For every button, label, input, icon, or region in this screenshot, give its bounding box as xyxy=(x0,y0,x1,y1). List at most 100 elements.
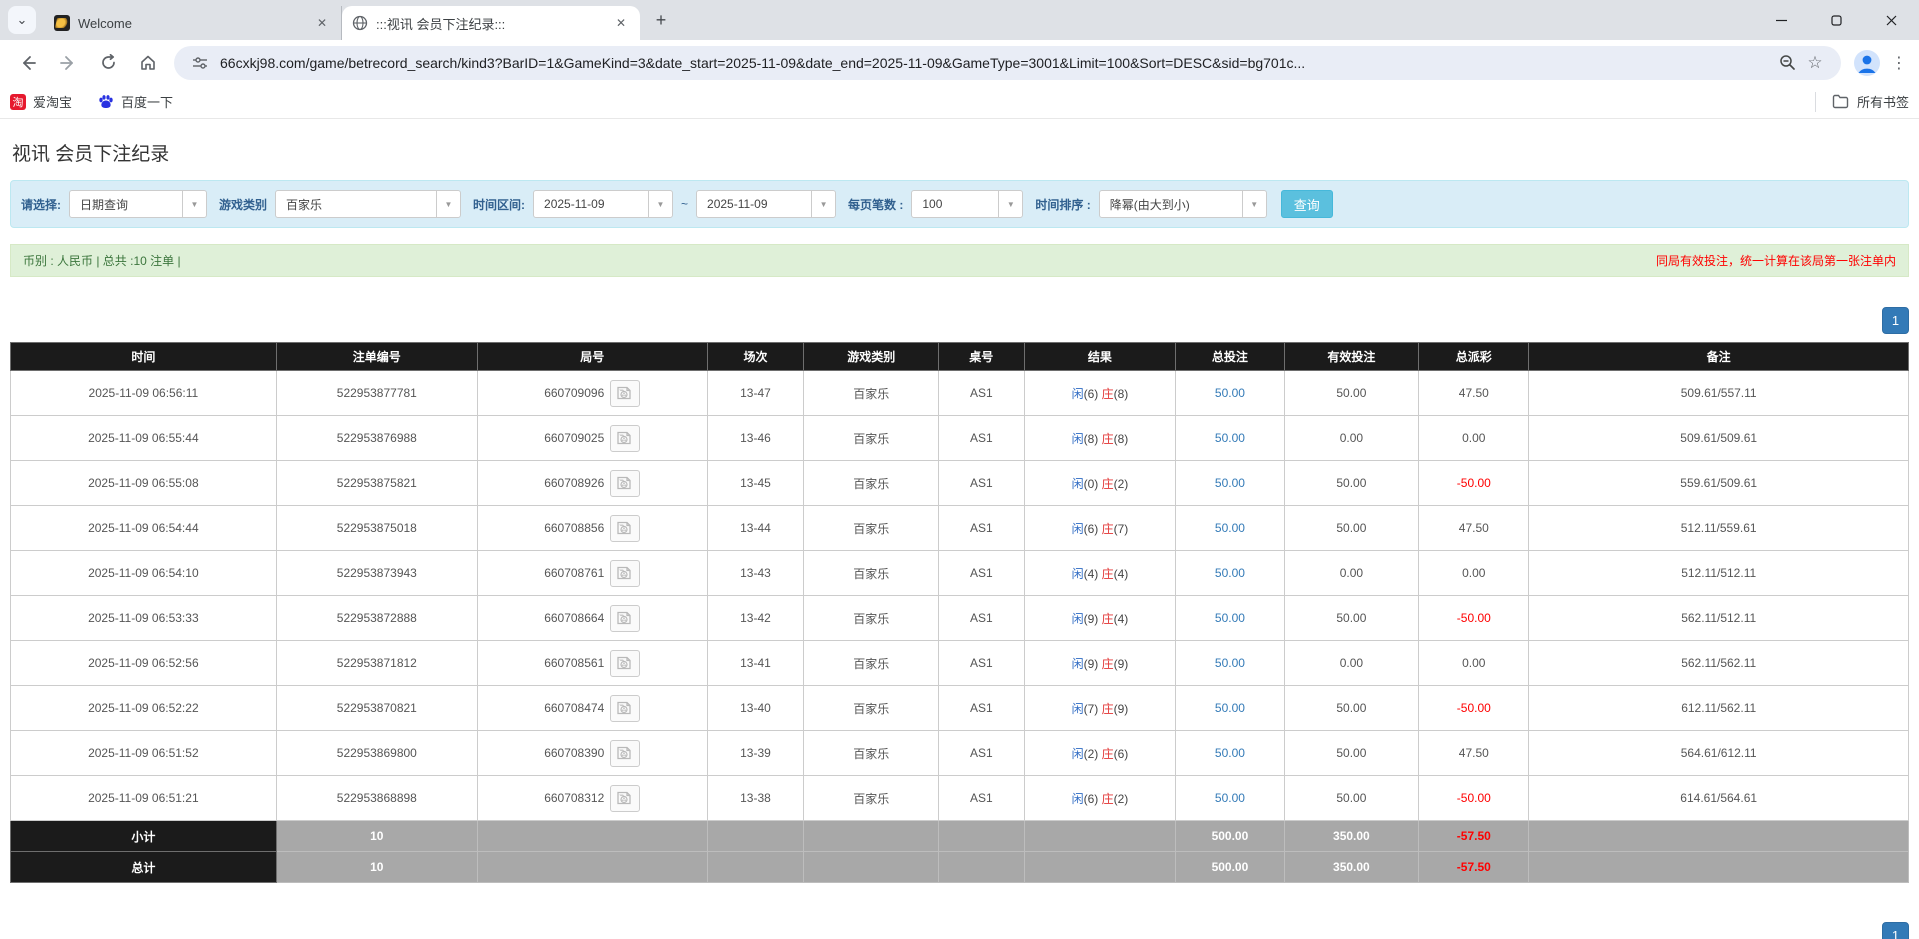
video-replay-icon[interactable] xyxy=(610,695,640,722)
total-bet-link[interactable]: 50.00 xyxy=(1215,701,1245,715)
site-settings-icon[interactable] xyxy=(186,49,214,77)
close-icon[interactable]: ✕ xyxy=(612,14,630,32)
video-replay-icon[interactable] xyxy=(610,515,640,542)
cell-result: 闲(6) 庄(2) xyxy=(1024,776,1176,821)
result-banker-value: (7) xyxy=(1114,522,1129,536)
url-text[interactable]: 66cxkj98.com/game/betrecord_search/kind3… xyxy=(220,55,1773,71)
date-range-label: 时间区间: xyxy=(473,196,525,213)
chevron-down-icon[interactable]: ▼ xyxy=(182,191,206,217)
total-row: 总计 10 500.00 350.00 -57.50 xyxy=(11,852,1909,883)
cell-session: 13-39 xyxy=(707,731,804,776)
result-player-label: 闲 xyxy=(1072,792,1084,806)
bookmark-star-icon[interactable]: ☆ xyxy=(1801,49,1829,77)
col-time: 时间 xyxy=(11,343,277,371)
date-start-value: 2025-11-09 xyxy=(534,191,648,217)
url-bar[interactable]: 66cxkj98.com/game/betrecord_search/kind3… xyxy=(174,46,1841,80)
cell-table-no: AS1 xyxy=(939,551,1024,596)
video-replay-icon[interactable] xyxy=(610,740,640,767)
date-end-select[interactable]: 2025-11-09 ▼ xyxy=(696,190,836,218)
cell-table-no: AS1 xyxy=(939,641,1024,686)
total-bet-link[interactable]: 50.00 xyxy=(1215,656,1245,670)
minimize-icon[interactable] xyxy=(1754,0,1809,40)
game-kind-select[interactable]: 百家乐 ▼ xyxy=(275,190,461,218)
per-page-label: 每页笔数 : xyxy=(848,196,903,213)
result-banker-value: (2) xyxy=(1114,792,1129,806)
search-button[interactable]: 查询 xyxy=(1281,190,1333,218)
chevron-down-icon[interactable]: ▼ xyxy=(998,191,1022,217)
chevron-down-icon[interactable]: ▼ xyxy=(811,191,835,217)
total-bet-link[interactable]: 50.00 xyxy=(1215,566,1245,580)
chevron-down-icon[interactable]: ⌄ xyxy=(8,6,36,34)
round-id-text: 660708561 xyxy=(544,656,604,670)
chevron-down-icon[interactable]: ▼ xyxy=(436,191,460,217)
cell-bet-id: 522953871812 xyxy=(276,641,477,686)
result-banker-value: (9) xyxy=(1114,657,1129,671)
zoom-out-icon[interactable] xyxy=(1773,49,1801,77)
all-bookmarks[interactable]: 所有书签 xyxy=(1815,92,1909,112)
result-player-label: 闲 xyxy=(1072,387,1084,401)
valid-bet-notice: 同局有效投注，统一计算在该局第一张注单内 xyxy=(1656,252,1896,269)
total-bet-link[interactable]: 50.00 xyxy=(1215,791,1245,805)
page-1-button[interactable]: 1 xyxy=(1882,307,1909,334)
result-player-value: (0) xyxy=(1084,477,1099,491)
table-body: 2025-11-09 06:56:11 522953877781 6607090… xyxy=(11,371,1909,821)
pagination-top: 1 xyxy=(10,307,1909,334)
video-replay-icon[interactable] xyxy=(610,785,640,812)
subtotal-count: 10 xyxy=(276,821,477,852)
video-replay-icon[interactable] xyxy=(610,560,640,587)
close-icon[interactable]: ✕ xyxy=(313,14,331,32)
back-icon[interactable] xyxy=(11,46,45,80)
total-bet-link[interactable]: 50.00 xyxy=(1215,386,1245,400)
cell-payout: 47.50 xyxy=(1419,506,1529,551)
browser-menu-icon[interactable]: ⋮ xyxy=(1887,49,1911,77)
page-1-button-bottom[interactable]: 1 xyxy=(1882,922,1909,939)
cell-result: 闲(2) 庄(6) xyxy=(1024,731,1176,776)
tab-betrecord[interactable]: :::视讯 会员下注纪录::: ✕ xyxy=(342,6,640,40)
date-start-select[interactable]: 2025-11-09 ▼ xyxy=(533,190,673,218)
cell-session: 13-47 xyxy=(707,371,804,416)
cell-time: 2025-11-09 06:55:44 xyxy=(11,416,277,461)
time-sort-select[interactable]: 降幂(由大到小) ▼ xyxy=(1099,190,1267,218)
cell-game: 百家乐 xyxy=(804,731,939,776)
summary-bar: 币别 : 人民币 | 总共 :10 注单 | 同局有效投注，统一计算在该局第一张… xyxy=(10,244,1909,277)
query-type-select[interactable]: 日期查询 ▼ xyxy=(69,190,207,218)
cell-payout: 0.00 xyxy=(1419,416,1529,461)
total-bet-link[interactable]: 50.00 xyxy=(1215,476,1245,490)
video-replay-icon[interactable] xyxy=(610,425,640,452)
video-replay-icon[interactable] xyxy=(610,470,640,497)
maximize-icon[interactable] xyxy=(1809,0,1864,40)
cell-valid-bet: 50.00 xyxy=(1284,731,1419,776)
round-id-text: 660708312 xyxy=(544,791,604,805)
col-game: 游戏类别 xyxy=(804,343,939,371)
bookmarks-bar: 淘 爱淘宝 百度一下 所有书签 xyxy=(0,85,1919,119)
new-tab-icon[interactable]: + xyxy=(648,7,674,33)
per-page-select[interactable]: 100 ▼ xyxy=(911,190,1023,218)
total-bet-link[interactable]: 50.00 xyxy=(1215,431,1245,445)
tab-strip: ⌄ Welcome ✕ :::视讯 会员下注纪录::: ✕ + xyxy=(0,0,1919,40)
total-bet-link[interactable]: 50.00 xyxy=(1215,611,1245,625)
video-replay-icon[interactable] xyxy=(610,605,640,632)
cell-session: 13-42 xyxy=(707,596,804,641)
total-bet-link[interactable]: 50.00 xyxy=(1215,521,1245,535)
subtotal-payout: -57.50 xyxy=(1419,821,1529,852)
total-bet-link[interactable]: 50.00 xyxy=(1215,746,1245,760)
profile-avatar[interactable] xyxy=(1853,49,1881,77)
cell-result: 闲(4) 庄(4) xyxy=(1024,551,1176,596)
video-replay-icon[interactable] xyxy=(610,380,640,407)
cell-round-id: 660709025 xyxy=(477,416,707,461)
chevron-down-icon[interactable]: ▼ xyxy=(648,191,672,217)
table-row: 2025-11-09 06:51:21 522953868898 6607083… xyxy=(11,776,1909,821)
cell-session: 13-44 xyxy=(707,506,804,551)
tab-welcome[interactable]: Welcome ✕ xyxy=(44,6,342,40)
bookmark-aitaobao[interactable]: 淘 爱淘宝 xyxy=(10,92,72,111)
result-player-value: (2) xyxy=(1084,747,1099,761)
home-icon[interactable] xyxy=(131,46,165,80)
video-replay-icon[interactable] xyxy=(610,650,640,677)
table-row: 2025-11-09 06:55:44 522953876988 6607090… xyxy=(11,416,1909,461)
close-window-icon[interactable] xyxy=(1864,0,1919,40)
cell-session: 13-38 xyxy=(707,776,804,821)
chevron-down-icon[interactable]: ▼ xyxy=(1242,191,1266,217)
bookmark-baidu[interactable]: 百度一下 xyxy=(98,92,173,111)
reload-icon[interactable] xyxy=(91,46,125,80)
forward-icon[interactable] xyxy=(51,46,85,80)
